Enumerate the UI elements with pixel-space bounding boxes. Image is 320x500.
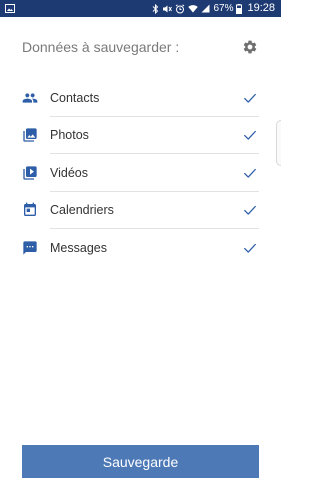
battery-icon [236,3,243,14]
check-icon[interactable] [242,90,258,106]
clock-time: 19:28 [247,2,275,14]
gallery-icon [5,4,15,13]
check-icon[interactable] [242,127,258,143]
backup-data-list: Contacts Photos Vidéos Calendriers Messa… [0,79,281,267]
list-item-messages[interactable]: Messages [0,229,281,267]
photo-icon [21,126,39,144]
header: Données à sauvegarder : [22,37,259,57]
list-item-contacts[interactable]: Contacts [0,79,281,117]
video-icon [21,164,39,182]
list-item-label: Vidéos [50,165,88,180]
signal-icon [201,4,210,13]
wifi-icon [188,4,199,13]
list-item-photos[interactable]: Photos [0,117,281,154]
bluetooth-icon [152,3,159,14]
status-bar: 67% 19:28 [0,0,281,17]
gear-icon[interactable] [241,38,259,56]
list-item-calendars[interactable]: Calendriers [0,192,281,229]
page-title: Données à sauvegarder : [22,39,180,55]
list-item-videos[interactable]: Vidéos [0,154,281,192]
backup-button[interactable]: Sauvegarde [22,445,259,478]
list-item-label: Photos [50,128,89,143]
message-icon [21,239,39,257]
list-item-label: Contacts [50,90,100,105]
alarm-icon [175,3,185,14]
mute-icon [162,4,173,14]
list-item-label: Calendriers [50,203,114,218]
check-icon[interactable] [242,202,258,218]
list-item-label: Messages [50,240,107,255]
calendar-icon [21,201,39,219]
edge-panel-handle[interactable] [276,120,281,166]
battery-percent: 67% [213,2,234,14]
check-icon[interactable] [242,240,258,256]
check-icon[interactable] [242,165,258,181]
people-icon [21,89,39,107]
